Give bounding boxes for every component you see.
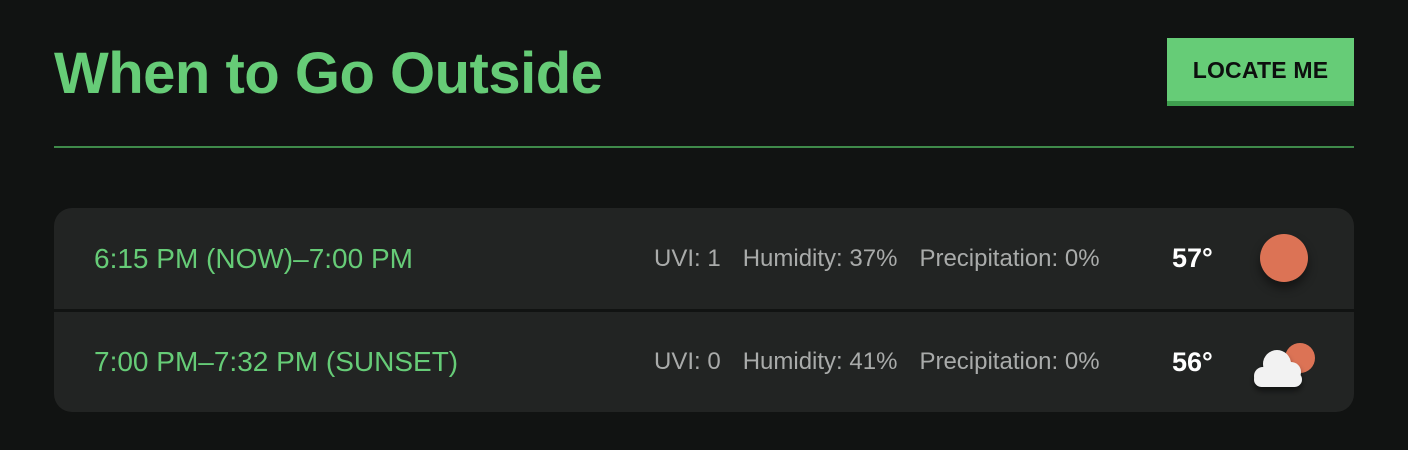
page: When to Go Outside LOCATE ME 6:15 PM (NO… <box>54 0 1354 450</box>
forecast-list: 6:15 PM (NOW)–7:00 PM UVI: 1 Humidity: 3… <box>54 208 1354 412</box>
header: When to Go Outside LOCATE ME <box>54 38 1354 106</box>
precipitation-value: Precipitation: 0% <box>919 244 1100 272</box>
weather-icon-container <box>1244 208 1324 309</box>
locate-me-button[interactable]: LOCATE ME <box>1167 38 1354 106</box>
precipitation-value: Precipitation: 0% <box>919 348 1100 375</box>
time-range: 6:15 PM (NOW)–7:00 PM <box>94 242 413 274</box>
uvi-value: UVI: 1 <box>654 244 721 272</box>
header-divider <box>54 146 1354 148</box>
uvi-value: UVI: 0 <box>654 348 721 375</box>
sun-icon <box>1260 234 1308 282</box>
forecast-row: 7:00 PM–7:32 PM (SUNSET) UVI: 0 Humidity… <box>54 312 1354 412</box>
forecast-row: 6:15 PM (NOW)–7:00 PM UVI: 1 Humidity: 3… <box>54 208 1354 309</box>
partly-cloudy-icon <box>1254 343 1315 387</box>
time-range: 7:00 PM–7:32 PM (SUNSET) <box>94 346 459 377</box>
weather-stats: UVI: 1 Humidity: 37% Precipitation: 0% <box>654 208 1100 309</box>
temperature: 56° <box>1172 346 1213 377</box>
humidity-value: Humidity: 41% <box>742 348 898 375</box>
weather-icon-container <box>1244 312 1324 412</box>
temperature: 57° <box>1172 243 1213 273</box>
humidity-value: Humidity: 37% <box>742 244 898 272</box>
weather-stats: UVI: 0 Humidity: 41% Precipitation: 0% <box>654 312 1100 412</box>
page-title: When to Go Outside <box>54 41 603 106</box>
